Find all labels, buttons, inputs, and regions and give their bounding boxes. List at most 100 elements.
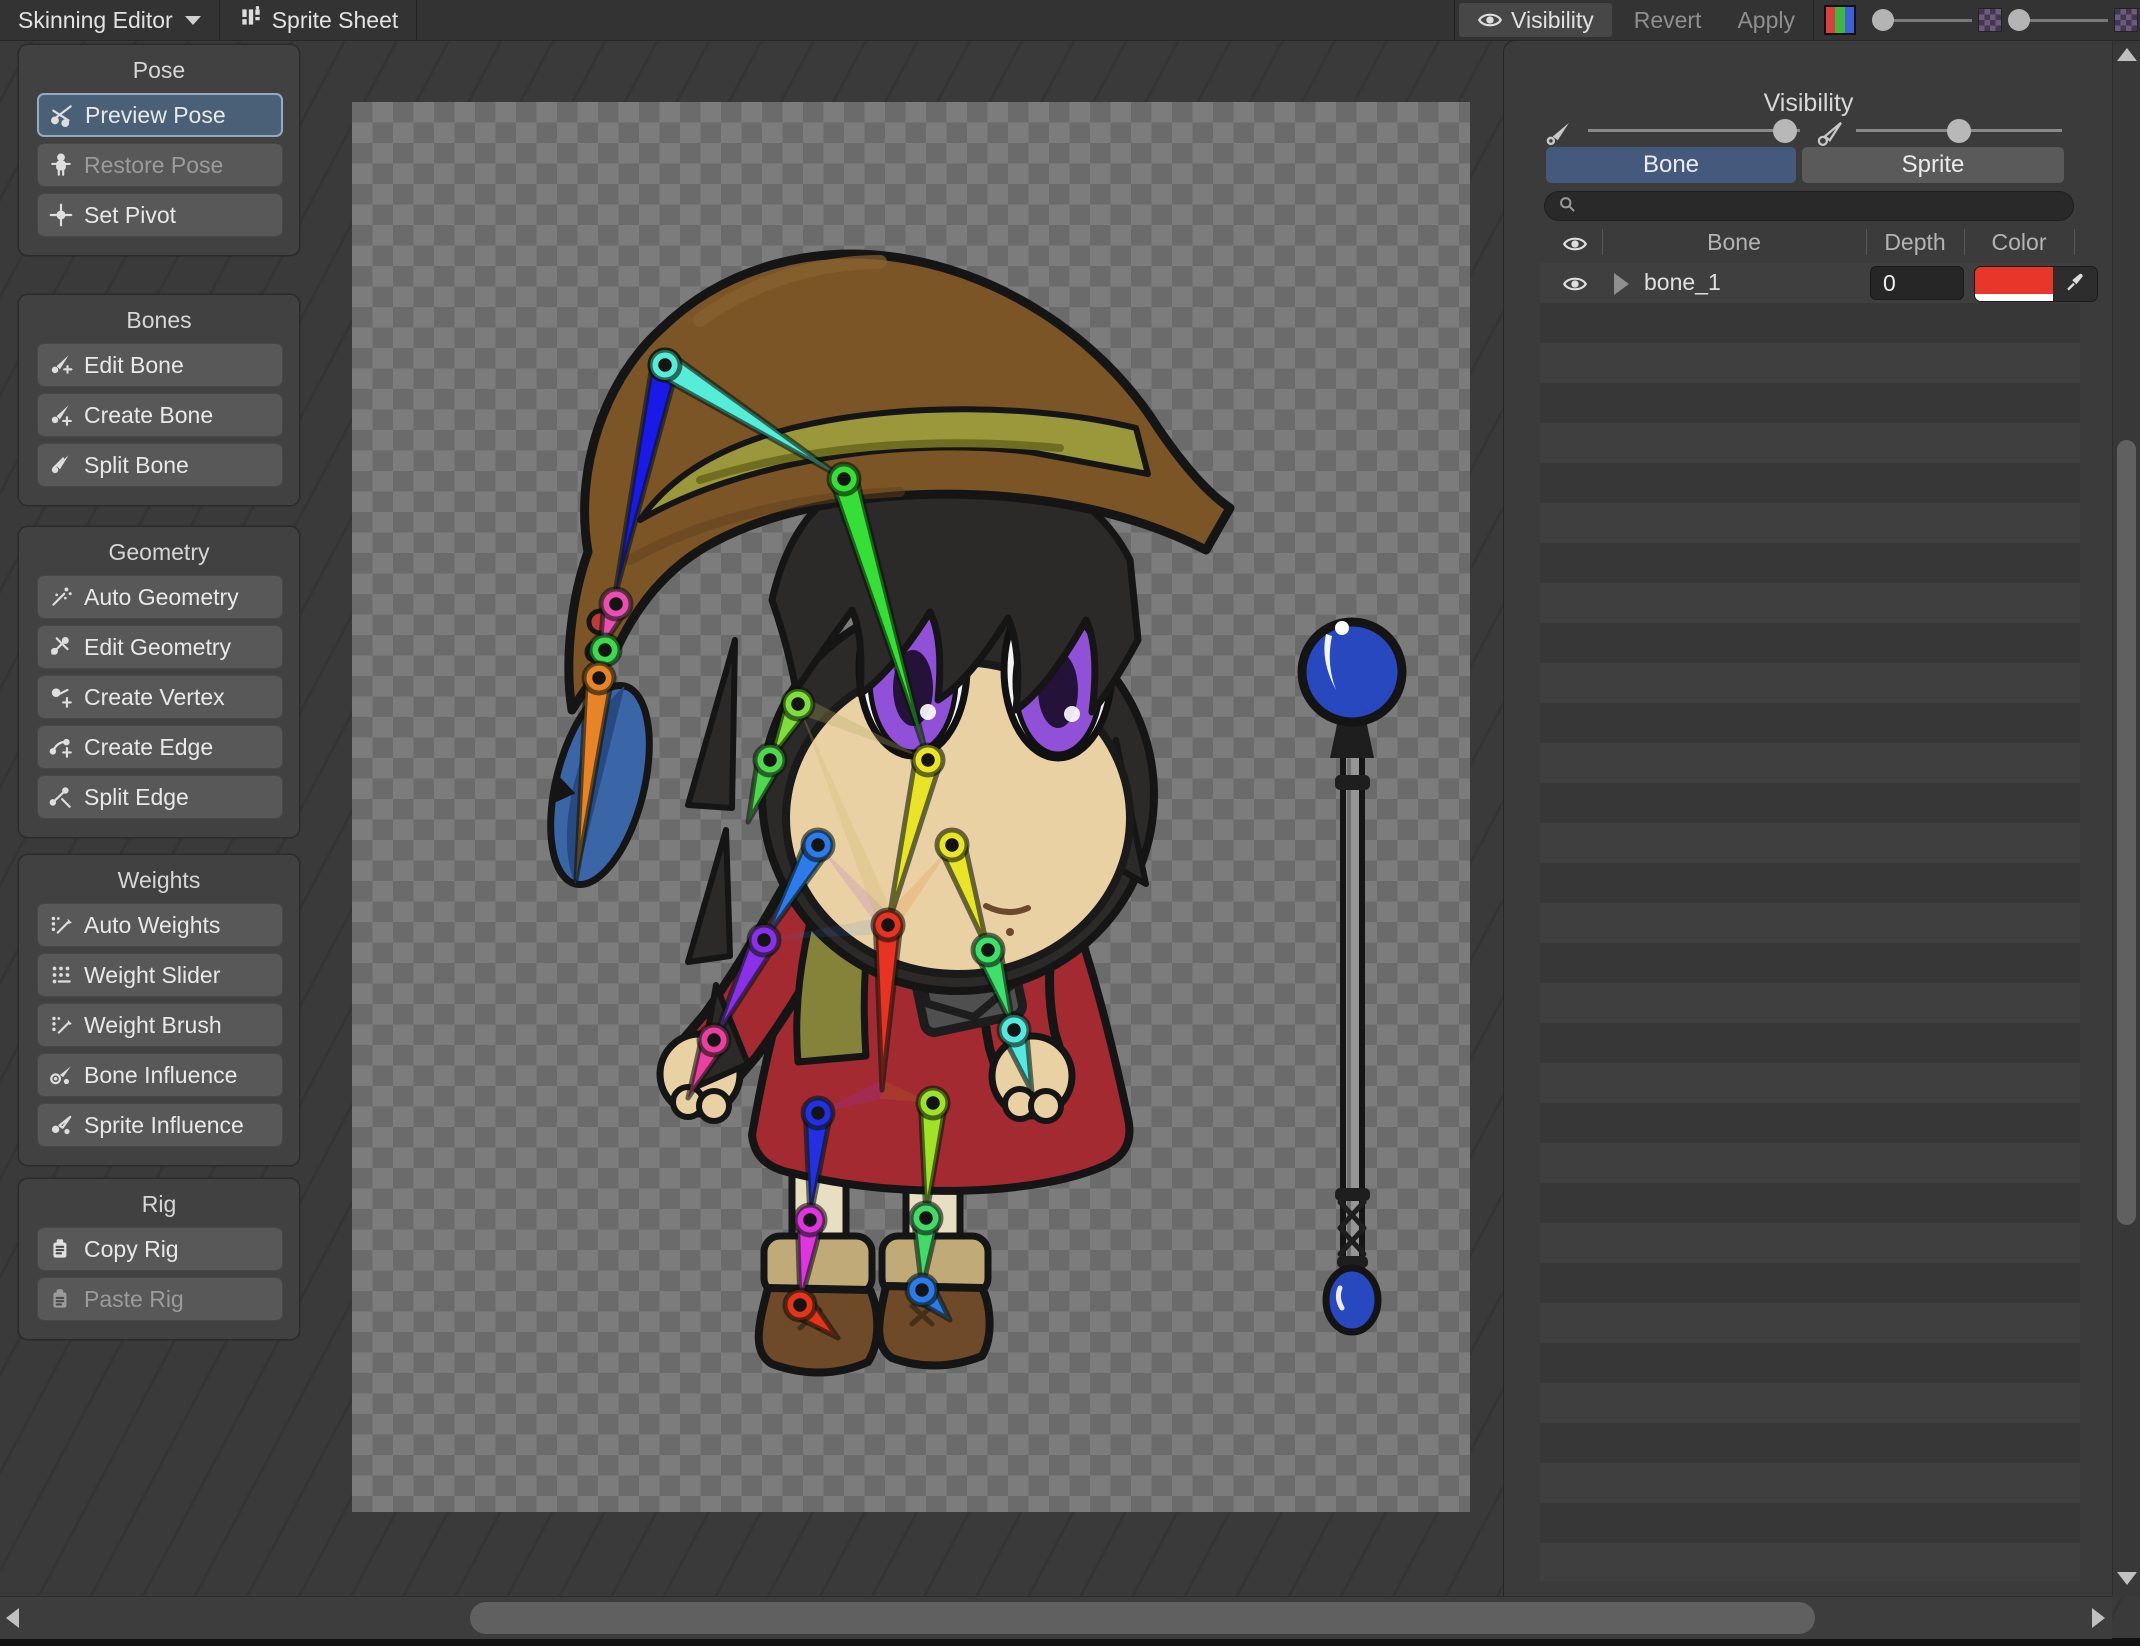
button-label: Edit Bone <box>84 351 184 378</box>
auto-weights-button[interactable]: Auto Weights <box>37 903 283 947</box>
edit-bone-icon <box>48 352 74 378</box>
set-pivot-button[interactable]: Set Pivot <box>37 193 283 237</box>
character-sprite <box>547 249 1407 1377</box>
group-title: Pose <box>132 57 186 83</box>
weight-slider-button[interactable]: Weight Slider <box>37 953 283 997</box>
button-label: Restore Pose <box>84 151 224 178</box>
tool-group-bones: Bones Edit Bone Create Bone Split Bone <box>18 294 300 506</box>
sprite-canvas[interactable] <box>352 102 1470 1512</box>
bone-influence-icon <box>48 1062 74 1088</box>
paste-rig-button[interactable]: Paste Rig <box>37 1277 283 1321</box>
scroll-left-icon[interactable] <box>6 1608 19 1628</box>
edit-geometry-icon <box>48 634 74 660</box>
button-label: Create Vertex <box>84 683 225 710</box>
slider-track[interactable] <box>1588 129 1800 132</box>
edit-bone-button[interactable]: Edit Bone <box>37 343 283 387</box>
split-bone-icon <box>48 452 74 478</box>
restore-pose-icon <box>48 152 74 178</box>
preview-pose-icon <box>49 102 75 128</box>
toolbar-divider <box>416 0 418 40</box>
create-edge-button[interactable]: Create Edge <box>37 725 283 769</box>
sprite-opacity-slider[interactable] <box>1872 0 1972 40</box>
slider-knob[interactable] <box>1773 119 1798 143</box>
sprite-color-swatch-button[interactable] <box>1814 0 1866 40</box>
top-toolbar: Skinning Editor Sprite Sheet Visibility … <box>0 0 2140 41</box>
bone-column-header[interactable]: Bone <box>1602 229 1866 256</box>
copy-rig-button[interactable]: Copy Rig <box>37 1227 283 1271</box>
scroll-down-icon[interactable] <box>2117 1572 2137 1585</box>
bone-search-field[interactable] <box>1544 191 2074 221</box>
apply-label: Apply <box>1737 6 1795 33</box>
button-label: Split Edge <box>84 783 189 810</box>
slider-knob[interactable] <box>1872 9 1894 31</box>
preview-pose-button[interactable]: Preview Pose <box>37 93 283 137</box>
split-edge-button[interactable]: Split Edge <box>37 775 283 819</box>
visibility-column-eye-icon <box>1562 231 1588 257</box>
sprite-sheet-button[interactable]: Sprite Sheet <box>220 0 417 40</box>
split-edge-icon <box>48 784 74 810</box>
color-column-header[interactable]: Color <box>1964 229 2074 256</box>
scroll-right-icon[interactable] <box>2092 1608 2105 1628</box>
vertical-scrollbar-thumb[interactable] <box>2117 440 2136 1225</box>
chevron-down-icon <box>184 15 201 25</box>
button-label: Copy Rig <box>84 1235 179 1262</box>
bone-visibility-eye-icon[interactable] <box>1562 271 1588 297</box>
paste-rig-icon <box>48 1286 74 1312</box>
sprite-influence-icon <box>48 1112 74 1138</box>
eyedropper-button[interactable] <box>2053 267 2097 301</box>
mesh-opacity-slider[interactable] <box>2008 0 2108 40</box>
sprite-sheet-label: Sprite Sheet <box>271 6 399 33</box>
auto-geometry-button[interactable]: Auto Geometry <box>37 575 283 619</box>
expand-chevron-icon[interactable] <box>1614 273 1629 295</box>
slider-knob[interactable] <box>1947 119 1971 143</box>
restore-pose-button[interactable]: Restore Pose <box>37 143 283 187</box>
bone-table-header: Bone Depth Color <box>1540 223 2080 265</box>
search-input[interactable] <box>1585 193 2049 219</box>
create-bone-button[interactable]: Create Bone <box>37 393 283 437</box>
tool-group-weights: Weights Auto Weights Weight Slider Weight B… <box>18 854 300 1166</box>
tab-sprite[interactable]: Sprite <box>1802 147 2064 183</box>
skinning-editor-label: Skinning Editor <box>18 6 173 33</box>
visibility-panel: Visibility Bone Sprite Bone Depth Color … <box>1503 40 2113 1597</box>
window-bottom-edge <box>0 1638 2140 1646</box>
button-label: Auto Geometry <box>84 583 239 610</box>
rgb-swatch-icon <box>1824 5 1856 35</box>
vertical-scrollbar[interactable] <box>2112 40 2140 1596</box>
button-label: Set Pivot <box>84 201 177 228</box>
group-title: Weights <box>117 867 201 893</box>
tab-bone[interactable]: Bone <box>1546 147 1796 183</box>
bone-name[interactable]: bone_1 <box>1644 269 1721 296</box>
weight-brush-button[interactable]: Weight Brush <box>37 1003 283 1047</box>
split-bone-button[interactable]: Split Bone <box>37 443 283 487</box>
scroll-up-icon[interactable] <box>2117 48 2137 61</box>
auto-weights-icon <box>48 912 74 938</box>
create-vertex-icon <box>48 684 74 710</box>
copy-rig-icon <box>48 1236 74 1262</box>
bone-influence-button[interactable]: Bone Influence <box>37 1053 283 1097</box>
mesh-transparency-icon <box>2114 8 2138 32</box>
bone-color-field[interactable] <box>1974 266 2098 302</box>
sprite-sheet-icon <box>238 4 264 36</box>
weight-slider-icon <box>48 962 74 988</box>
horizontal-scrollbar[interactable] <box>0 1596 2112 1639</box>
create-vertex-button[interactable]: Create Vertex <box>37 675 283 719</box>
bone-color-swatch[interactable] <box>1975 267 2053 301</box>
eye-icon <box>1477 7 1503 33</box>
sprite-influence-button[interactable]: Sprite Influence <box>37 1103 283 1147</box>
tool-group-rig: Rig Copy Rig Paste Rig <box>18 1178 300 1340</box>
apply-button[interactable]: Apply <box>1719 0 1813 40</box>
depth-input[interactable]: 0 <box>1870 266 1964 300</box>
button-label: Create Edge <box>84 733 214 760</box>
bone-row[interactable]: bone_1 0 <box>1540 263 2098 303</box>
slider-knob[interactable] <box>2008 9 2030 31</box>
visibility-toggle-button[interactable]: Visibility <box>1459 3 1612 37</box>
search-icon <box>1557 194 1577 219</box>
horizontal-scrollbar-thumb[interactable] <box>470 1602 1815 1634</box>
skinning-editor-dropdown[interactable]: Skinning Editor <box>0 0 219 40</box>
button-label: Bone Influence <box>84 1061 238 1088</box>
button-label: Weight Slider <box>84 961 221 988</box>
tool-group-pose: Pose Preview Pose Restore Pose Set Pivot <box>18 44 300 256</box>
edit-geometry-button[interactable]: Edit Geometry <box>37 625 283 669</box>
revert-button[interactable]: Revert <box>1616 0 1720 40</box>
depth-column-header[interactable]: Depth <box>1866 229 1964 256</box>
